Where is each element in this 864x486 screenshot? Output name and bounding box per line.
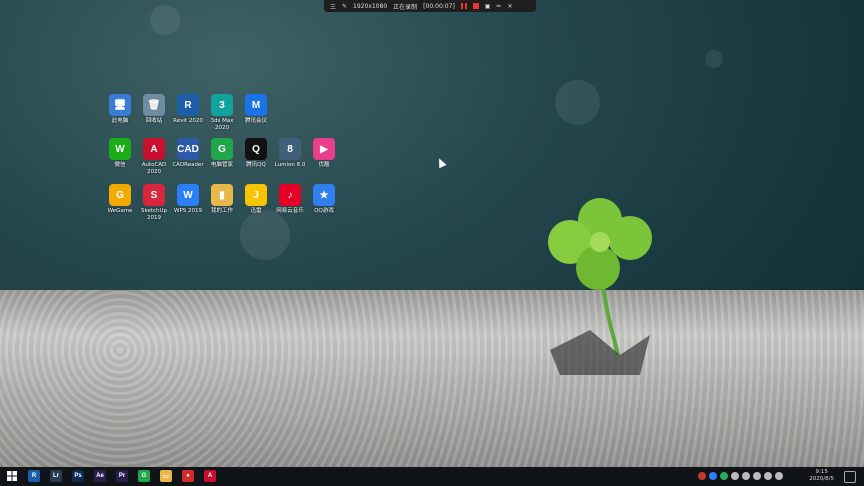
desktop-icon-label: AutoCAD 2020 [141, 162, 167, 175]
tray-icon[interactable] [764, 472, 772, 480]
desktop-icon-label: 微信 [114, 162, 126, 168]
app-icon: 🗑 [143, 94, 165, 116]
notification-center-icon[interactable] [844, 471, 856, 483]
desktop-icon-label: WeGame [107, 208, 133, 214]
desktop-icon[interactable]: W 微信 [102, 138, 138, 169]
taskbar-file-explorer-icon[interactable]: ▭ [160, 470, 172, 482]
tray-icon[interactable] [742, 472, 750, 480]
desktop-icon-label: Revit 2020 [173, 118, 203, 124]
desktop-icon-label: 我的工作 [210, 208, 233, 214]
taskbar-premiere-icon[interactable]: Pr [116, 470, 128, 482]
bokeh-light [555, 80, 600, 125]
pen-icon[interactable]: ✏ [496, 3, 501, 10]
desktop-icon[interactable]: Q 腾讯QQ [238, 138, 274, 169]
tray-icon[interactable] [709, 472, 717, 480]
bokeh-light [705, 50, 723, 68]
clock-time: 9:15 [815, 469, 828, 475]
tray-icon[interactable] [698, 472, 706, 480]
desktop-icon-label: 网易云音乐 [276, 208, 304, 214]
taskbar-clock[interactable]: 9:15 2020/8/5 [809, 469, 834, 483]
taskbar-pc-manager-icon[interactable]: G [138, 470, 150, 482]
desktop-icon-label: Lumion 8.0 [274, 162, 306, 168]
bokeh-light [150, 5, 180, 35]
desktop-icon-label: 优酷 [318, 162, 330, 168]
desktop-icon-label: 电脑管家 [210, 162, 233, 168]
app-icon: 8 [279, 138, 301, 160]
desktop-icon[interactable]: S SketchUp 2019 [136, 184, 172, 222]
desktop-icon[interactable]: 🗑 回收站 [136, 94, 172, 125]
app-icon: G [109, 184, 131, 206]
desktop-icon-label: 迅雷 [250, 208, 262, 214]
desktop-icon-label: 回收站 [145, 118, 163, 124]
windows-icon[interactable] [6, 470, 18, 482]
app-icon: 🖥 [109, 94, 131, 116]
app-icon: S [143, 184, 165, 206]
desktop-icon-label: 腾讯QQ [246, 162, 266, 168]
tray-icon[interactable] [731, 472, 739, 480]
desktop-icon-label: CADReader [172, 162, 204, 168]
stop-icon[interactable] [472, 3, 479, 9]
desktop-icon[interactable]: J 迅雷 [238, 184, 274, 215]
app-icon: W [109, 138, 131, 160]
desktop-icon[interactable]: A AutoCAD 2020 [136, 138, 172, 176]
desktop-icon-label: 3ds Max 2020 [210, 118, 234, 131]
app-icon: CAD [177, 138, 199, 160]
app-icon: A [143, 138, 165, 160]
app-icon: G [211, 138, 233, 160]
app-icon: W [177, 184, 199, 206]
recorder-resolution: 1920x1080 [353, 2, 388, 10]
recorder-menu-icon[interactable]: 三 [330, 2, 336, 11]
desktop-icon[interactable]: ♪ 网易云音乐 [272, 184, 308, 215]
taskbar-photoshop-icon[interactable]: Ps [72, 470, 84, 482]
desktop-icon[interactable]: M 腾讯会议 [238, 94, 274, 125]
recorder-timer: [00:00:07] [423, 2, 455, 10]
desktop-icon[interactable]: CAD CADReader [170, 138, 206, 169]
desktop-icon[interactable]: R Revit 2020 [170, 94, 206, 125]
desktop-icon[interactable]: G 电脑管家 [204, 138, 240, 169]
desktop-icon[interactable]: 8 Lumion 8.0 [272, 138, 308, 169]
desktop-icon[interactable]: 3 3ds Max 2020 [204, 94, 240, 132]
tray-icon[interactable] [775, 472, 783, 480]
desktop-icon[interactable]: ▮ 我的工作 [204, 184, 240, 215]
desktop-icon-label: 此电脑 [111, 118, 129, 124]
desktop-icon-label: 腾讯会议 [244, 118, 267, 124]
desktop-wallpaper [0, 0, 864, 486]
app-icon: ▮ [211, 184, 233, 206]
taskbar-revit-icon[interactable]: R [28, 470, 40, 482]
desktop-icon-label: WPS 2019 [174, 208, 202, 214]
desktop-icon[interactable]: ★ QQ游戏 [306, 184, 342, 215]
app-icon: ▶ [313, 138, 335, 160]
app-icon: Q [245, 138, 267, 160]
desktop-icon[interactable]: G WeGame [102, 184, 138, 215]
desktop-icon[interactable]: ▶ 优酷 [306, 138, 342, 169]
recorder-mode-label: 正在录制 [393, 3, 418, 11]
tray-icon[interactable] [720, 472, 728, 480]
bokeh-light [240, 210, 290, 260]
app-icon: 3 [211, 94, 233, 116]
close-icon[interactable]: ✕ [508, 3, 513, 10]
taskbar-recorder-icon[interactable]: ● [182, 470, 194, 482]
taskbar-autocad-icon[interactable]: A [204, 470, 216, 482]
pause-icon[interactable] [460, 3, 467, 9]
wallpaper-ground-texture [0, 290, 864, 470]
taskbar-lightroom-icon[interactable]: Lr [50, 470, 62, 482]
app-icon: R [177, 94, 199, 116]
taskbar-after-effects-icon[interactable]: Ae [94, 470, 106, 482]
camera-icon[interactable]: ▣ [485, 3, 491, 10]
desktop-icon[interactable]: W WPS 2019 [170, 184, 206, 215]
recorder-pin-icon[interactable]: ✎ [342, 3, 347, 10]
screen-recorder-toolbar[interactable]: 三 ✎ 1920x1080 正在录制 [00:00:07] ▣ ✏ ✕ [324, 0, 536, 12]
app-icon: ♪ [279, 184, 301, 206]
clock-date: 2020/8/5 [809, 476, 834, 482]
desktop-icon-label: QQ游戏 [314, 208, 334, 214]
taskbar: R Lr Ps Ae Pr G ▭ ● A 9:15 2020/8/5 [0, 467, 864, 486]
app-icon: ★ [313, 184, 335, 206]
app-icon: J [245, 184, 267, 206]
desktop-icon-label: SketchUp 2019 [140, 208, 168, 221]
desktop-icon[interactable]: 🖥 此电脑 [102, 94, 138, 125]
tray-icon[interactable] [753, 472, 761, 480]
clover-illustration [548, 198, 652, 375]
app-icon: M [245, 94, 267, 116]
